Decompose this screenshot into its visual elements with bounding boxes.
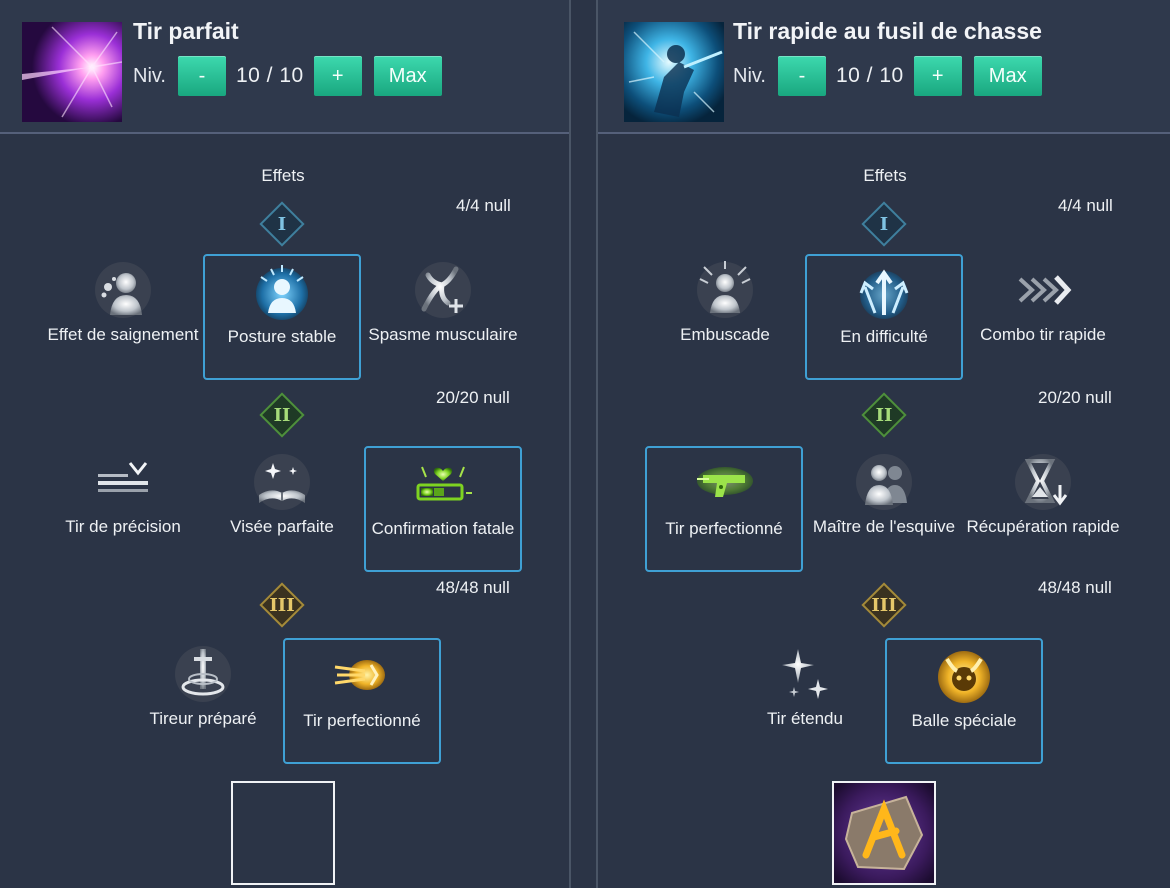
tier-2-points: 20/20 null [1038, 388, 1112, 407]
tripod-label: Récupération rapide [966, 517, 1120, 536]
tripod-special-bullet[interactable]: Balle spéciale [885, 638, 1043, 764]
level-label: Niv. [733, 64, 766, 87]
hourglass-icon [1015, 454, 1071, 510]
tripod-perfected-shot[interactable]: Tir perfectionné [645, 446, 803, 572]
tier-1-points: 4/4 null [1058, 196, 1113, 215]
tier-1-badge: I [861, 201, 907, 247]
fatal-confirmation-icon [416, 466, 472, 501]
tripod-label: Spasme musculaire [368, 325, 518, 344]
level-value: 10 / 10 [835, 64, 904, 87]
tripod-precision-shot[interactable]: Tir de précision [44, 446, 202, 572]
rune-slot[interactable] [832, 781, 936, 885]
tripod-perfected-shot[interactable]: Tir perfectionné [283, 638, 441, 764]
tripod-label: Tir de précision [65, 517, 181, 536]
tier-2-badge: II [259, 392, 305, 438]
tier-2-label: II [875, 404, 893, 426]
skill-title: Tir parfait [133, 18, 239, 44]
tripod-ambush[interactable]: Embuscade [646, 254, 804, 380]
left-skill-header: Tir parfait Niv. - 10 / 10 + Max [0, 0, 569, 134]
purple-burst-icon [22, 22, 122, 122]
steady-stance-icon [256, 265, 308, 320]
tripod-label: En difficulté [840, 327, 928, 346]
skill-title: Tir rapide au fusil de chasse [733, 18, 1042, 44]
muscle-spasm-icon [415, 262, 471, 318]
tripod-label: Effet de saignement [47, 325, 199, 344]
blue-shooter-icon [624, 22, 724, 122]
tripod-label: Combo tir rapide [980, 325, 1106, 344]
tripod-prepared-shooter[interactable]: Tireur préparé [124, 638, 282, 764]
tier-1-label: I [277, 213, 287, 235]
tier-1-badge: I [259, 201, 305, 247]
perfected-shot-icon [334, 660, 385, 690]
tripod-extended-shot[interactable]: Tir étendu [726, 638, 884, 764]
prepared-shooter-icon [175, 646, 231, 702]
tripod-label: Posture stable [227, 327, 337, 346]
level-value: 10 / 10 [235, 64, 304, 87]
tripod-dodge-master[interactable]: Maître de l'esquive [805, 446, 963, 572]
tripod-label: Embuscade [680, 325, 770, 344]
special-bullet-icon [938, 651, 990, 703]
tripod-label: Tir perfectionné [665, 519, 783, 538]
tripod-quick-recovery[interactable]: Récupération rapide [964, 446, 1122, 572]
effects-heading: Effets [863, 166, 907, 185]
level-label: Niv. [133, 64, 166, 87]
sparkle-burst-icon [782, 649, 828, 699]
rapid-fire-combo-icon [1018, 275, 1072, 305]
precision-shot-icon [98, 462, 148, 492]
in-difficulty-icon [859, 269, 909, 319]
tier-3-badge: III [259, 582, 305, 628]
tier-1-points: 4/4 null [456, 196, 511, 215]
bleed-icon [95, 262, 151, 318]
tier-2-badge: II [861, 392, 907, 438]
tier-2-points: 20/20 null [436, 388, 510, 407]
level-controls: Niv. - 10 / 10 + Max [733, 55, 1042, 97]
perfect-aim-icon [254, 454, 310, 510]
tier-2-label: II [273, 404, 291, 426]
tier-1-label: I [879, 213, 889, 235]
ambush-icon [697, 261, 753, 318]
tripod-label: Balle spéciale [911, 711, 1017, 730]
panel-divider [569, 0, 598, 888]
dodge-master-icon [856, 454, 912, 510]
tripod-rapid-fire-combo[interactable]: Combo tir rapide [964, 254, 1122, 380]
tripod-label: Maître de l'esquive [812, 517, 956, 536]
tripod-bleed-effect[interactable]: Effet de saignement [44, 254, 202, 380]
tier-3-label: III [871, 594, 897, 616]
effects-heading: Effets [261, 166, 305, 185]
increase-level-button[interactable]: + [913, 56, 962, 96]
tripod-label: Tireur préparé [149, 709, 257, 728]
tripod-label: Tir étendu [767, 709, 843, 728]
tripod-in-difficulty[interactable]: En difficulté [805, 254, 963, 380]
max-level-button[interactable]: Max [373, 56, 442, 96]
tier-3-label: III [269, 594, 295, 616]
tripod-perfect-aim[interactable]: Visée parfaite [203, 446, 361, 572]
tripod-steady-stance[interactable]: Posture stable [203, 254, 361, 380]
tripod-muscle-spasm[interactable]: Spasme musculaire [364, 254, 522, 380]
tier-3-points: 48/48 null [1038, 578, 1112, 597]
tier-3-points: 48/48 null [436, 578, 510, 597]
left-skill-panel: Tir parfait Niv. - 10 / 10 + Max Effets … [0, 0, 569, 888]
tripod-label: Confirmation fatale [371, 519, 515, 538]
tripod-fatal-confirmation[interactable]: Confirmation fatale [364, 446, 522, 572]
tier-3-badge: III [861, 582, 907, 628]
max-level-button[interactable]: Max [973, 56, 1042, 96]
right-skill-header: Tir rapide au fusil de chasse Niv. - 10 … [598, 0, 1170, 134]
tripod-label: Visée parfaite [230, 517, 334, 536]
gold-rune-icon [834, 783, 934, 883]
right-skill-panel: Tir rapide au fusil de chasse Niv. - 10 … [598, 0, 1170, 888]
rune-slot-empty[interactable] [231, 781, 335, 885]
level-controls: Niv. - 10 / 10 + Max [133, 55, 442, 97]
increase-level-button[interactable]: + [313, 56, 362, 96]
decrease-level-button[interactable]: - [177, 56, 226, 96]
tripod-label: Tir perfectionné [303, 711, 421, 730]
pistol-icon [697, 467, 753, 497]
decrease-level-button[interactable]: - [777, 56, 826, 96]
